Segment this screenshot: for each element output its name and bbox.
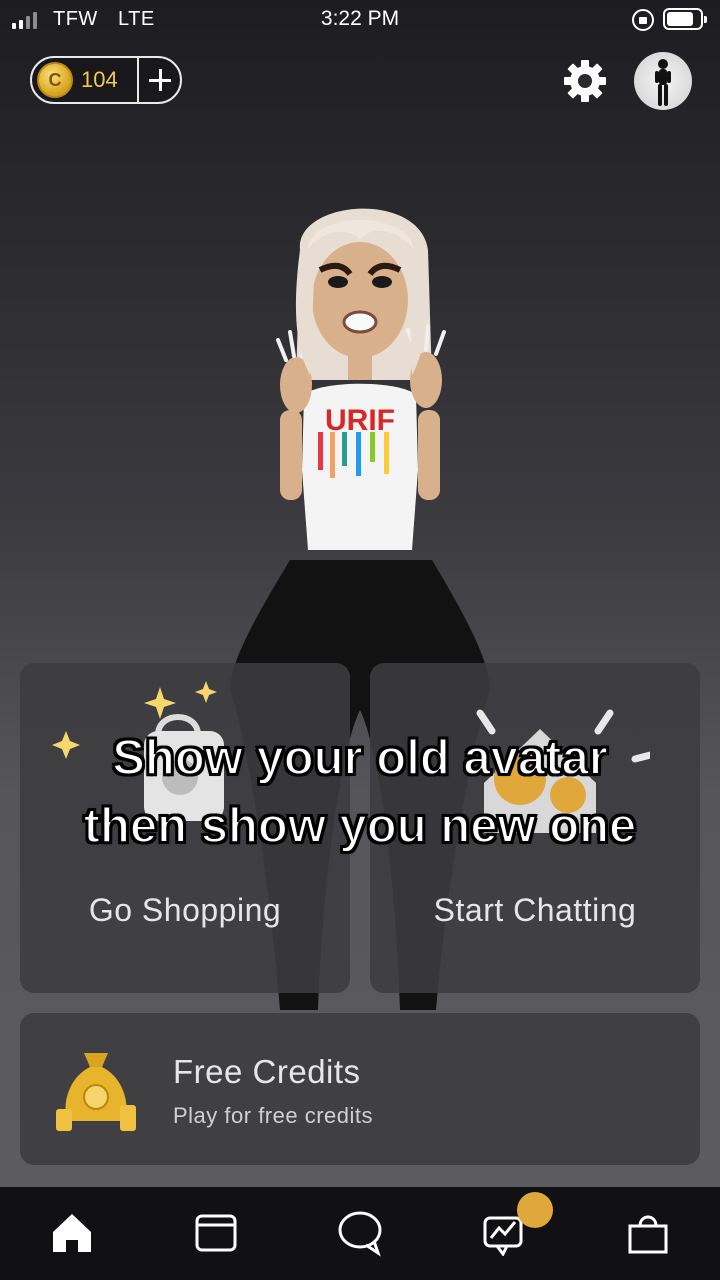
gear-icon [564,60,606,102]
battery-icon [663,8,707,30]
video-caption: Show your old avatar then show you new o… [0,724,720,860]
plus-icon [148,69,171,91]
tab-home[interactable] [44,1205,100,1261]
tab-feed[interactable] [188,1205,244,1261]
shop-bag-icon [628,1215,668,1254]
caption-line-2: then show you new one [83,798,638,854]
chat-bubble-icon [338,1211,382,1257]
tab-shop[interactable] [620,1205,676,1261]
add-credits-button[interactable] [139,58,180,102]
coin-icon: C [37,62,73,98]
rotation-lock-icon [632,9,654,31]
go-shopping-label: Go Shopping [88,892,282,928]
home-icon [53,1214,91,1252]
money-bag-icon [56,1053,136,1131]
feed-icon [195,1214,237,1252]
bottom-tab-bar [0,1187,720,1280]
notification-badge [517,1192,553,1228]
credits-balance[interactable]: C 104 [30,56,182,104]
tab-chat[interactable] [332,1205,388,1261]
free-credits-title: Free Credits [173,1053,361,1090]
free-credits-subtitle: Play for free credits [173,1103,374,1128]
credits-count: 104 [81,67,118,92]
status-time: 3:22 PM [320,7,400,30]
start-chatting-label: Start Chatting [433,892,637,928]
status-bar: TFW LTE 3:22 PM [0,0,720,40]
free-credits-card[interactable]: Free Credits Play for free credits [20,1013,700,1165]
profile-avatar[interactable] [634,52,692,110]
settings-button[interactable] [562,58,608,104]
profile-avatar-image [655,59,671,106]
caption-line-1: Show your old avatar [111,730,609,786]
